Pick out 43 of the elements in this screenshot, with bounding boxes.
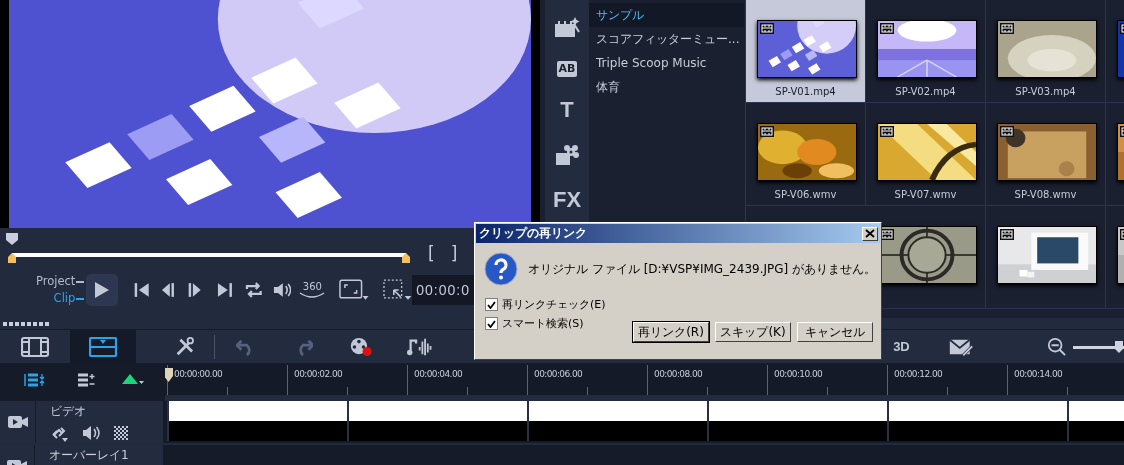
- mode-toggle[interactable]: Clip: [53, 290, 85, 307]
- clip-name: SP-V06.wmv: [773, 189, 838, 200]
- text-tab[interactable]: FX: [552, 189, 582, 211]
- dialog-button[interactable]: キャンセル: [797, 322, 873, 342]
- clip-tile[interactable]: SP-V02.mp4: [866, 0, 986, 103]
- ruler-time-label: 00:00:14.00: [1013, 369, 1063, 379]
- ruler-time-label: 00:00:02.00: [293, 369, 343, 379]
- 3d-title-button[interactable]: 3D: [893, 339, 910, 354]
- mark-out-button[interactable]: ]: [450, 243, 458, 263]
- clip-tile[interactable]: SP-V08.wmv: [986, 103, 1106, 206]
- ruler-time-label: 00:00:08.00: [653, 369, 703, 379]
- timecode-display: 00:00:0: [412, 275, 474, 305]
- dialog-message: オリジナル ファイル [D:¥VSP¥IMG_2439.JPG] がありません。: [528, 260, 877, 278]
- dialog-button[interactable]: スキップ(K): [715, 322, 791, 342]
- clip-tile[interactable]: SP-V06.wmv: [746, 103, 866, 206]
- ruler-time-label: 00:00:00.00: [173, 369, 223, 379]
- clip-tile[interactable]: SP-V07.wmv: [866, 103, 986, 206]
- ruler-time-label: 00:00:04.00: [413, 369, 463, 379]
- folder-item[interactable]: スコアフィッターミュー...: [589, 27, 744, 51]
- text-tab[interactable]: T: [560, 99, 574, 121]
- track-name: ビデオ: [50, 403, 87, 419]
- folder-item[interactable]: 体育: [589, 75, 744, 99]
- clip-name: SP-V02.mp4: [894, 86, 957, 97]
- title-tab[interactable]: AB: [556, 61, 578, 77]
- checkbox-label: スマート検索(S): [502, 316, 584, 331]
- dialog-button[interactable]: 再リンク(R): [633, 322, 709, 342]
- checkbox-label: 再リンクチェック(E): [502, 297, 606, 312]
- clip-tile[interactable]: SP-V01.mp4: [746, 0, 866, 103]
- clip-tile[interactable]: SP-V03.mp4: [986, 0, 1106, 103]
- clip-name: SP-V03.mp4: [1014, 86, 1077, 97]
- dialog-title: クリップの再リンク: [479, 225, 587, 242]
- ruler-time-label: 00:00:12.00: [893, 369, 943, 379]
- clip-name: SP-V08.wmv: [1013, 189, 1078, 200]
- ruler-time-label: 00:00:10.00: [773, 369, 823, 379]
- clip-name: SP-V07.wmv: [893, 189, 958, 200]
- clip-name: SP-V01.mp4: [774, 86, 837, 97]
- mode-toggle[interactable]: Project: [36, 273, 85, 290]
- track-name: オーバーレイ1: [49, 447, 129, 463]
- mark-in-button[interactable]: [: [428, 243, 435, 263]
- ruler-time-label: 00:00:06.00: [533, 369, 583, 379]
- folder-item[interactable]: サンプル: [589, 3, 744, 27]
- folder-item[interactable]: Triple Scoop Music: [589, 51, 744, 75]
- vr-360-button[interactable]: 360: [299, 282, 326, 298]
